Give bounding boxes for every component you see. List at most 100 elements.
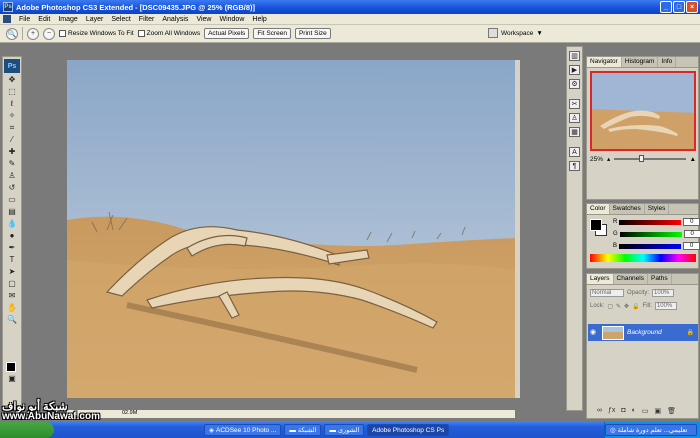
close-button[interactable]: × bbox=[686, 1, 698, 13]
tab-swatches[interactable]: Swatches bbox=[610, 204, 645, 214]
menu-edit[interactable]: Edit bbox=[34, 16, 54, 23]
maximize-button[interactable]: □ bbox=[673, 1, 685, 13]
marquee-tool-icon[interactable]: ⬚ bbox=[6, 87, 18, 96]
brushes-icon[interactable]: ✂ bbox=[569, 99, 580, 109]
navigator-preview[interactable] bbox=[590, 71, 696, 151]
brush-tool-icon[interactable]: ✎ bbox=[6, 159, 18, 168]
red-slider[interactable] bbox=[619, 219, 682, 225]
foreground-color-swatch[interactable] bbox=[6, 362, 16, 372]
layer-mask-icon[interactable]: ◘ bbox=[621, 407, 625, 415]
tab-info[interactable]: Info bbox=[658, 57, 677, 67]
document-scrollbar[interactable] bbox=[515, 60, 520, 398]
character-icon[interactable]: A bbox=[569, 147, 580, 157]
magic-wand-tool-icon[interactable]: ✧ bbox=[6, 111, 18, 120]
tab-color[interactable]: Color bbox=[587, 204, 610, 214]
layer-comps-icon[interactable]: ▦ bbox=[569, 127, 580, 137]
tab-layers[interactable]: Layers bbox=[587, 274, 614, 284]
workspace-menu[interactable]: Workspace ▼ bbox=[488, 28, 543, 38]
actual-pixels-button[interactable]: Actual Pixels bbox=[204, 28, 250, 39]
layer-name[interactable]: Background bbox=[627, 329, 662, 336]
tab-paths[interactable]: Paths bbox=[648, 274, 672, 284]
blue-slider[interactable] bbox=[619, 243, 682, 249]
layer-row-background[interactable]: ◉ Background 🔒 bbox=[588, 324, 698, 341]
gradient-tool-icon[interactable]: ▤ bbox=[6, 207, 18, 216]
print-size-button[interactable]: Print Size bbox=[294, 28, 331, 39]
new-layer-icon[interactable]: ▣ bbox=[655, 407, 662, 415]
dodge-tool-icon[interactable]: ● bbox=[6, 231, 18, 240]
pen-tool-icon[interactable]: ✒ bbox=[6, 243, 18, 252]
red-value-field[interactable]: 0 bbox=[683, 218, 700, 226]
screen-mode-icon[interactable]: ▣ bbox=[6, 374, 18, 383]
green-value-field[interactable]: 0 bbox=[683, 230, 700, 238]
zoom-in-mountain-icon[interactable]: ▲ bbox=[690, 156, 696, 163]
tab-navigator[interactable]: Navigator bbox=[587, 57, 622, 67]
tab-channels[interactable]: Channels bbox=[614, 274, 648, 284]
fit-screen-button[interactable]: Fit Screen bbox=[253, 28, 291, 39]
document-canvas[interactable] bbox=[67, 60, 515, 398]
zoom-in-icon[interactable]: + bbox=[27, 27, 39, 40]
layer-style-icon[interactable]: ƒx bbox=[608, 407, 615, 415]
zoom-all-windows-checkbox[interactable]: Zoom All Windows bbox=[137, 30, 200, 37]
menu-window[interactable]: Window bbox=[215, 16, 248, 23]
menu-select[interactable]: Select bbox=[107, 16, 134, 23]
history-brush-tool-icon[interactable]: ↺ bbox=[6, 183, 18, 192]
lock-image-icon[interactable]: ✎ bbox=[616, 303, 621, 310]
notes-tool-icon[interactable]: ✉ bbox=[6, 291, 18, 300]
zoom-tool-icon[interactable]: 🔍 bbox=[6, 27, 18, 40]
paragraph-icon[interactable]: ¶ bbox=[569, 161, 580, 171]
task-acdsee[interactable]: ◈ ACDSee 10 Photo ... bbox=[204, 424, 282, 436]
type-tool-icon[interactable]: T bbox=[6, 255, 18, 264]
blue-value-field[interactable]: 0 bbox=[683, 242, 700, 250]
color-spectrum-bar[interactable] bbox=[590, 254, 696, 262]
menu-analysis[interactable]: Analysis bbox=[158, 16, 192, 23]
document-icon[interactable] bbox=[3, 15, 11, 23]
navigator-view-box[interactable] bbox=[590, 71, 696, 151]
fill-field[interactable]: 100% bbox=[654, 302, 677, 310]
move-tool-icon[interactable]: ✥ bbox=[6, 75, 18, 84]
path-selection-tool-icon[interactable]: ➤ bbox=[6, 267, 18, 276]
task-folder-2[interactable]: ▬ الشورى bbox=[324, 424, 365, 436]
zoom-out-icon[interactable]: − bbox=[43, 27, 55, 40]
menu-image[interactable]: Image bbox=[54, 16, 81, 23]
color-foreground-swatch[interactable] bbox=[590, 219, 602, 231]
blur-tool-icon[interactable]: 💧 bbox=[6, 219, 18, 228]
crop-tool-icon[interactable]: ⌗ bbox=[6, 123, 18, 132]
resize-windows-checkbox[interactable]: Resize Windows To Fit bbox=[59, 30, 134, 37]
minimize-button[interactable]: _ bbox=[660, 1, 672, 13]
green-slider[interactable] bbox=[619, 231, 682, 237]
opacity-field[interactable]: 100% bbox=[652, 289, 675, 297]
eye-icon[interactable]: ◉ bbox=[590, 328, 599, 337]
history-icon[interactable]: ▥ bbox=[569, 51, 580, 61]
lasso-tool-icon[interactable]: ℓ bbox=[6, 99, 18, 108]
menu-help[interactable]: Help bbox=[248, 16, 270, 23]
menu-filter[interactable]: Filter bbox=[135, 16, 159, 23]
lock-transparent-icon[interactable]: ▢ bbox=[607, 303, 613, 310]
healing-brush-tool-icon[interactable]: ✚ bbox=[6, 147, 18, 156]
eraser-tool-icon[interactable]: ▭ bbox=[6, 195, 18, 204]
menu-layer[interactable]: Layer bbox=[82, 16, 108, 23]
trash-icon[interactable]: 🗑 bbox=[667, 407, 676, 415]
actions-icon[interactable]: ▶ bbox=[569, 65, 580, 75]
link-layers-icon[interactable]: ∞ bbox=[597, 407, 602, 415]
eyedropper-tool-icon[interactable]: ⁄ bbox=[6, 135, 18, 144]
slider-knob[interactable] bbox=[638, 155, 644, 162]
tab-styles[interactable]: Styles bbox=[645, 204, 670, 214]
clone-stamp-tool-icon[interactable]: ♙ bbox=[6, 171, 18, 180]
lock-all-icon[interactable]: 🔒 bbox=[632, 303, 639, 310]
task-photoshop[interactable]: Adobe Photoshop CS Ps bbox=[367, 424, 450, 436]
tool-presets-icon[interactable]: ⚙ bbox=[569, 79, 580, 89]
task-folder-1[interactable]: ▬ الشبكة bbox=[284, 424, 322, 436]
start-button[interactable] bbox=[0, 422, 54, 438]
menu-file[interactable]: File bbox=[15, 16, 34, 23]
hand-tool-icon[interactable]: ✋ bbox=[6, 303, 18, 312]
group-folder-icon[interactable]: ▭ bbox=[642, 407, 649, 415]
lock-position-icon[interactable]: ✥ bbox=[624, 303, 629, 310]
adjustment-layer-icon[interactable]: ◐ bbox=[632, 407, 636, 415]
menu-view[interactable]: View bbox=[192, 16, 215, 23]
navigator-zoom-slider[interactable] bbox=[614, 155, 686, 162]
photoshop-logo[interactable]: Ps bbox=[4, 59, 20, 73]
tab-histogram[interactable]: Histogram bbox=[622, 57, 659, 67]
task-browser[interactable]: ◎ تعليمي... تعلم دورة شاملة bbox=[605, 424, 697, 436]
navigator-zoom-value[interactable]: 25% bbox=[590, 156, 603, 163]
blend-mode-select[interactable]: Normal bbox=[590, 289, 624, 297]
